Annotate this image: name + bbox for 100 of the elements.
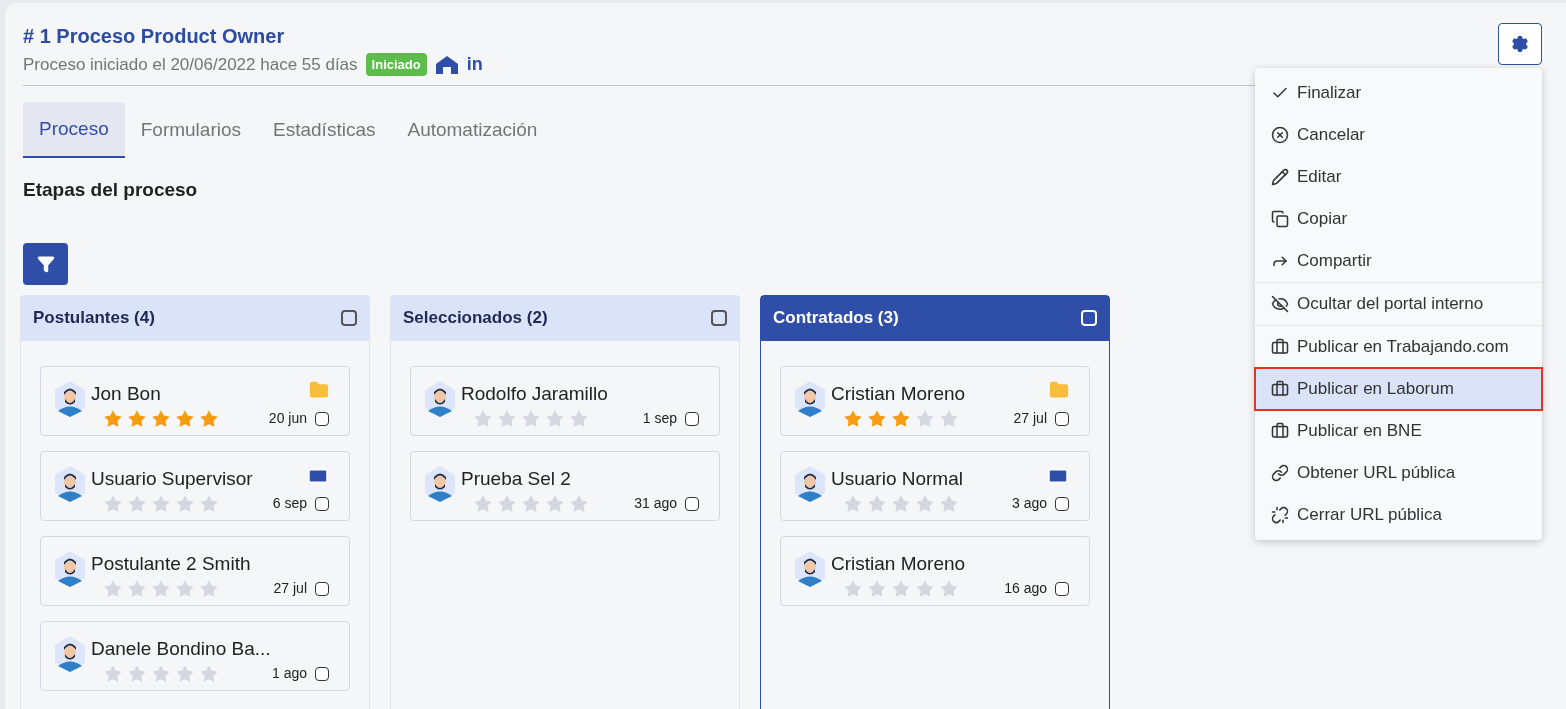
- column-checkbox[interactable]: [341, 310, 357, 326]
- candidate-card[interactable]: Danele Bondino Ba... 1 ago: [40, 620, 350, 691]
- star-icon: [939, 493, 959, 514]
- star-rating[interactable]: [473, 408, 589, 429]
- candidate-date: 31 ago: [634, 494, 677, 513]
- candidate-date: 27 jul: [1013, 409, 1047, 428]
- star-rating[interactable]: [843, 578, 959, 599]
- menu-item[interactable]: Finalizar: [1255, 72, 1542, 114]
- candidate-checkbox[interactable]: [685, 496, 699, 511]
- star-icon: [473, 493, 493, 514]
- star-rating[interactable]: [103, 408, 219, 429]
- candidate-name: Jon Bon: [91, 381, 161, 406]
- tab[interactable]: Proceso: [23, 102, 125, 158]
- unlink-icon: [1271, 506, 1289, 524]
- star-icon: [151, 493, 171, 514]
- candidate-checkbox[interactable]: [685, 411, 699, 426]
- candidate-checkbox[interactable]: [315, 411, 329, 426]
- candidate-card[interactable]: Cristian Moreno 16 ago: [780, 535, 1090, 606]
- candidate-card[interactable]: Cristian Moreno 27 jul: [780, 365, 1090, 436]
- avatar-icon: [423, 464, 457, 503]
- avatar-icon: [53, 634, 87, 673]
- column-title: Postulantes (4): [33, 307, 155, 330]
- candidate-card[interactable]: Usuario Normal 3 ago: [780, 450, 1090, 521]
- star-icon: [521, 493, 541, 514]
- star-icon: [867, 578, 887, 599]
- settings-button[interactable]: [1498, 23, 1542, 65]
- candidate-card[interactable]: Postulante 2 Smith 27 jul: [40, 535, 350, 606]
- menu-item[interactable]: Publicar en BNE: [1255, 410, 1542, 452]
- menu-item[interactable]: Compartir: [1255, 240, 1542, 282]
- linkedin-logo[interactable]: in: [466, 51, 483, 78]
- star-icon: [199, 408, 219, 429]
- menu-item[interactable]: Editar: [1255, 156, 1542, 198]
- candidate-checkbox[interactable]: [1055, 496, 1069, 511]
- star-icon: [569, 493, 589, 514]
- star-rating[interactable]: [843, 408, 959, 429]
- star-icon: [939, 578, 959, 599]
- star-rating[interactable]: [843, 493, 959, 514]
- candidate-card[interactable]: Jon Bon 20 jun: [40, 365, 350, 436]
- candidate-checkbox[interactable]: [315, 666, 329, 681]
- candidate-date: 6 sep: [272, 494, 307, 513]
- star-icon: [891, 408, 911, 429]
- star-icon: [545, 493, 565, 514]
- briefcase-icon: [1271, 422, 1289, 440]
- candidate-checkbox[interactable]: [1055, 581, 1069, 596]
- menu-item[interactable]: Publicar en Trabajando.com: [1255, 326, 1542, 368]
- candidate-checkbox[interactable]: [315, 496, 329, 511]
- column-checkbox[interactable]: [711, 310, 727, 326]
- star-icon: [103, 493, 123, 514]
- menu-item[interactable]: Copiar: [1255, 198, 1542, 240]
- star-icon: [891, 493, 911, 514]
- menu-item[interactable]: Ocultar del portal interno: [1255, 283, 1542, 325]
- star-icon: [127, 408, 147, 429]
- avatar-icon: [793, 464, 827, 503]
- star-icon: [151, 663, 171, 684]
- settings-icon: [1511, 35, 1529, 53]
- star-rating[interactable]: [103, 493, 219, 514]
- avatar-icon: [53, 464, 87, 503]
- star-icon: [151, 408, 171, 429]
- star-icon: [915, 578, 935, 599]
- candidate-card[interactable]: Rodolfo Jaramillo 1 sep: [410, 365, 720, 436]
- candidate-name: Usuario Supervisor: [91, 466, 253, 491]
- column-title: Contratados (3): [773, 307, 899, 330]
- star-icon: [103, 663, 123, 684]
- candidate-name: Cristian Moreno: [831, 551, 966, 576]
- house-icon: [434, 54, 459, 75]
- tab[interactable]: Estadísticas: [257, 102, 392, 158]
- folder-icon: [309, 379, 329, 400]
- star-rating[interactable]: [473, 493, 589, 514]
- menu-item[interactable]: Obtener URL pública: [1255, 452, 1542, 494]
- candidate-checkbox[interactable]: [1055, 411, 1069, 426]
- candidate-name: Prueba Sel 2: [461, 466, 571, 491]
- menu-item[interactable]: Cerrar URL pública: [1255, 494, 1542, 536]
- candidate-date: 20 jun: [268, 409, 307, 428]
- star-icon: [199, 493, 219, 514]
- tab[interactable]: Formularios: [124, 102, 257, 158]
- star-icon: [151, 578, 171, 599]
- link-icon: [1271, 464, 1289, 482]
- avatar-icon: [53, 549, 87, 588]
- pencil-icon: [1271, 168, 1289, 186]
- star-icon: [175, 578, 195, 599]
- menu-item[interactable]: Publicar en Laborum: [1255, 368, 1542, 410]
- candidate-card[interactable]: Usuario Supervisor 6 sep: [40, 450, 350, 521]
- candidate-checkbox[interactable]: [315, 581, 329, 596]
- candidate-name: Danele Bondino Ba...: [91, 636, 271, 661]
- star-rating[interactable]: [103, 663, 219, 684]
- menu-item[interactable]: Cancelar: [1255, 114, 1542, 156]
- eye-off-icon: [1271, 295, 1289, 313]
- filter-button[interactable]: [23, 242, 68, 285]
- column-title: Seleccionados (2): [403, 307, 548, 330]
- briefcase-icon: [1271, 380, 1289, 398]
- candidate-date: 27 jul: [273, 579, 307, 598]
- star-icon: [199, 578, 219, 599]
- avatar-icon: [793, 379, 827, 418]
- star-icon: [127, 493, 147, 514]
- candidate-name: Cristian Moreno: [831, 381, 966, 406]
- candidate-card[interactable]: Prueba Sel 2 31 ago: [410, 450, 720, 521]
- star-icon: [497, 493, 517, 514]
- tab[interactable]: Automatización: [391, 102, 554, 158]
- star-rating[interactable]: [103, 578, 219, 599]
- star-icon: [915, 408, 935, 429]
